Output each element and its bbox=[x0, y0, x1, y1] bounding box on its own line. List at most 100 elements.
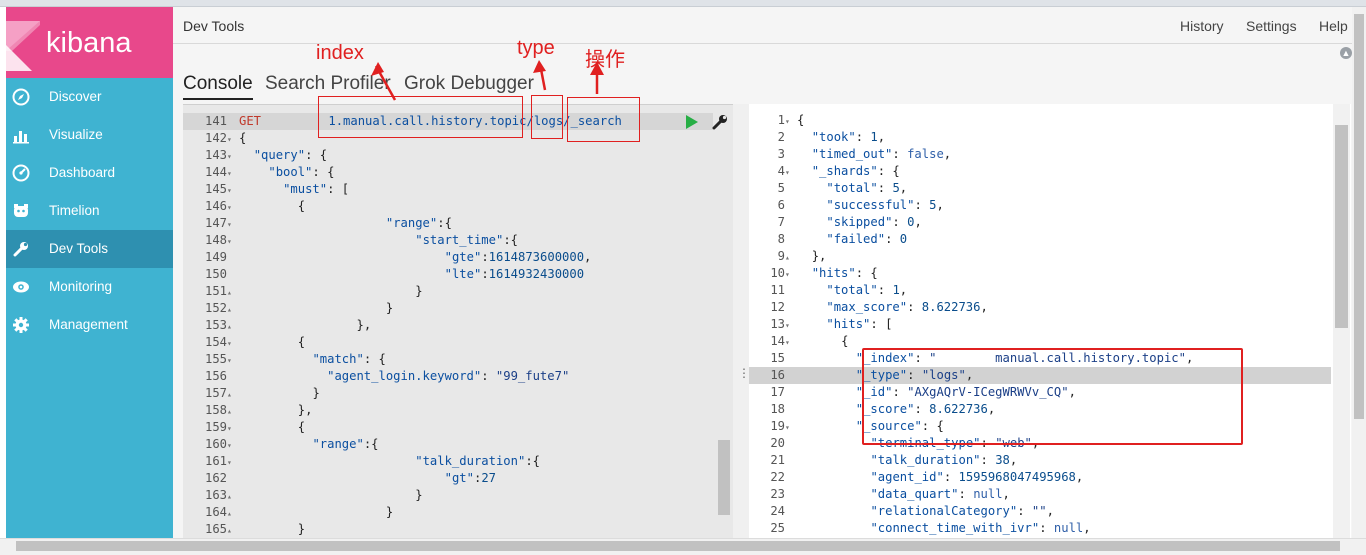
wrench-icon[interactable] bbox=[711, 113, 729, 131]
sidebar-item-dashboard[interactable]: Dashboard bbox=[6, 154, 173, 192]
fold-gutter bbox=[785, 470, 797, 487]
fold-toggle-icon[interactable]: ▴ bbox=[227, 301, 239, 318]
kibana-logo-icon bbox=[6, 21, 40, 71]
fold-toggle-icon[interactable]: ▾ bbox=[227, 454, 239, 471]
fold-toggle-icon[interactable]: ▾ bbox=[227, 335, 239, 352]
line-number: 161 bbox=[204, 454, 227, 468]
fold-toggle-icon[interactable]: ▴ bbox=[227, 386, 239, 403]
fold-toggle-icon[interactable]: ▾ bbox=[785, 317, 797, 334]
line-number: 11 bbox=[770, 283, 785, 297]
line-number: 20 bbox=[770, 436, 785, 450]
fold-gutter bbox=[785, 504, 797, 521]
code-line: 150 "lte":1614932430000 bbox=[183, 266, 713, 283]
sidebar-item-timelion[interactable]: Timelion bbox=[6, 192, 173, 230]
fold-toggle-icon[interactable]: ▾ bbox=[785, 164, 797, 181]
settings-link[interactable]: Settings bbox=[1246, 18, 1297, 34]
fold-toggle-icon[interactable]: ▾ bbox=[785, 334, 797, 351]
tab-grok-debugger[interactable]: Grok Debugger bbox=[404, 73, 534, 95]
play-icon[interactable] bbox=[686, 115, 698, 129]
code-line: 1▾{ bbox=[749, 112, 1331, 129]
line-number: 21 bbox=[770, 453, 785, 467]
editor-scrollbar[interactable] bbox=[718, 440, 730, 515]
line-number: 142 bbox=[204, 131, 227, 145]
fold-gutter bbox=[785, 215, 797, 232]
fold-toggle-icon[interactable]: ▾ bbox=[227, 131, 239, 148]
fold-toggle-icon[interactable]: ▾ bbox=[227, 437, 239, 454]
sidebar-item-visualize[interactable]: Visualize bbox=[6, 116, 173, 154]
code-text: "agent_login.keyword": "99_fute7" bbox=[327, 369, 570, 383]
line-number: 147 bbox=[204, 216, 227, 230]
fold-gutter bbox=[785, 130, 797, 147]
fold-toggle-icon[interactable]: ▴ bbox=[227, 403, 239, 420]
fold-toggle-icon[interactable]: ▾ bbox=[227, 182, 239, 199]
code-line: 144▾ "bool": { bbox=[183, 164, 713, 181]
line-number: 14 bbox=[770, 334, 785, 348]
console-response-output[interactable]: 1▾{2 "took": 1, 3 "timed_out": false, 4▾ "… bbox=[749, 104, 1351, 538]
fold-toggle-icon[interactable]: ▴ bbox=[785, 249, 797, 266]
fold-toggle-icon[interactable]: ▾ bbox=[227, 199, 239, 216]
line-number: 23 bbox=[770, 487, 785, 501]
code-text: "query": { bbox=[253, 148, 328, 162]
line-number: 145 bbox=[204, 182, 227, 196]
code-line: 151▴ } bbox=[183, 283, 713, 300]
fold-toggle-icon[interactable]: ▾ bbox=[227, 233, 239, 250]
code-text: "relationalCategory": "", bbox=[870, 504, 1054, 518]
help-link[interactable]: Help bbox=[1319, 18, 1348, 34]
code-line: 153▴ }, bbox=[183, 317, 713, 334]
fold-toggle-icon[interactable]: ▾ bbox=[227, 420, 239, 437]
fold-toggle-icon[interactable]: ▾ bbox=[227, 165, 239, 182]
type-highlight-box bbox=[531, 95, 563, 139]
fold-toggle-icon[interactable]: ▾ bbox=[227, 352, 239, 369]
history-link[interactable]: History bbox=[1180, 18, 1224, 34]
line-number: 19 bbox=[770, 419, 785, 433]
code-text: "skipped": 0, bbox=[826, 215, 922, 229]
code-line: 163▴ } bbox=[183, 487, 713, 504]
kibana-logo[interactable]: kibana bbox=[6, 7, 173, 78]
fold-toggle-icon[interactable]: ▴ bbox=[227, 318, 239, 335]
fold-toggle-icon[interactable]: ▾ bbox=[227, 216, 239, 233]
fold-gutter bbox=[785, 181, 797, 198]
sidebar-item-dev-tools[interactable]: Dev Tools bbox=[6, 230, 173, 268]
sidebar-item-management[interactable]: Management bbox=[6, 306, 173, 344]
fold-toggle-icon[interactable]: ▴ bbox=[227, 522, 239, 539]
line-number: 1 bbox=[777, 113, 785, 127]
sidebar-item-monitoring[interactable]: Monitoring bbox=[6, 268, 173, 306]
fold-gutter bbox=[785, 198, 797, 215]
fold-toggle-icon[interactable]: ▴ bbox=[227, 505, 239, 522]
line-number: 148 bbox=[204, 233, 227, 247]
line-number: 150 bbox=[204, 267, 227, 281]
code-line: 157▴ } bbox=[183, 385, 713, 402]
compass-icon bbox=[12, 88, 30, 106]
horizontal-scrollbar[interactable] bbox=[16, 541, 1340, 551]
code-text: "match": { bbox=[312, 352, 386, 366]
tab-console[interactable]: Console bbox=[183, 73, 253, 100]
line-number: 151 bbox=[204, 284, 227, 298]
window-scrollbar[interactable] bbox=[1354, 14, 1364, 419]
fold-toggle-icon[interactable]: ▾ bbox=[785, 266, 797, 283]
page-title: Dev Tools bbox=[183, 18, 245, 34]
code-text: "hits": [ bbox=[826, 317, 893, 331]
sidebar-item-discover[interactable]: Discover bbox=[6, 78, 173, 116]
code-text: "data_quart": null, bbox=[870, 487, 1010, 501]
chevron-up-icon[interactable]: ▲ bbox=[1340, 47, 1352, 59]
tab-search-profiler[interactable]: Search Profiler bbox=[265, 73, 391, 95]
line-number: 162 bbox=[204, 471, 227, 485]
fold-toggle-icon[interactable]: ▴ bbox=[227, 488, 239, 505]
code-text: } bbox=[385, 301, 394, 315]
eye-icon bbox=[13, 281, 29, 293]
line-number: 155 bbox=[204, 352, 227, 366]
output-scrollbar[interactable] bbox=[1335, 125, 1348, 328]
op-highlight-box bbox=[567, 97, 640, 142]
fold-toggle-icon[interactable]: ▾ bbox=[785, 419, 797, 436]
line-number: 3 bbox=[777, 147, 785, 161]
console-request-editor[interactable]: 141 GET 1.manual.call.history.topic/logs… bbox=[183, 104, 733, 539]
pane-resizer[interactable]: ⋮ bbox=[733, 104, 750, 538]
fold-toggle-icon[interactable]: ▾ bbox=[785, 113, 797, 130]
line-number: 4 bbox=[777, 164, 785, 178]
fold-toggle-icon[interactable]: ▴ bbox=[227, 284, 239, 301]
line-number: 152 bbox=[204, 301, 227, 315]
fold-toggle-icon[interactable]: ▾ bbox=[227, 148, 239, 165]
code-line: 160▾ "range":{ bbox=[183, 436, 713, 453]
sidebar: kibana Discover Visualize Dashboard Timelio… bbox=[6, 7, 173, 538]
code-line: 162 "gt":27 bbox=[183, 470, 713, 487]
